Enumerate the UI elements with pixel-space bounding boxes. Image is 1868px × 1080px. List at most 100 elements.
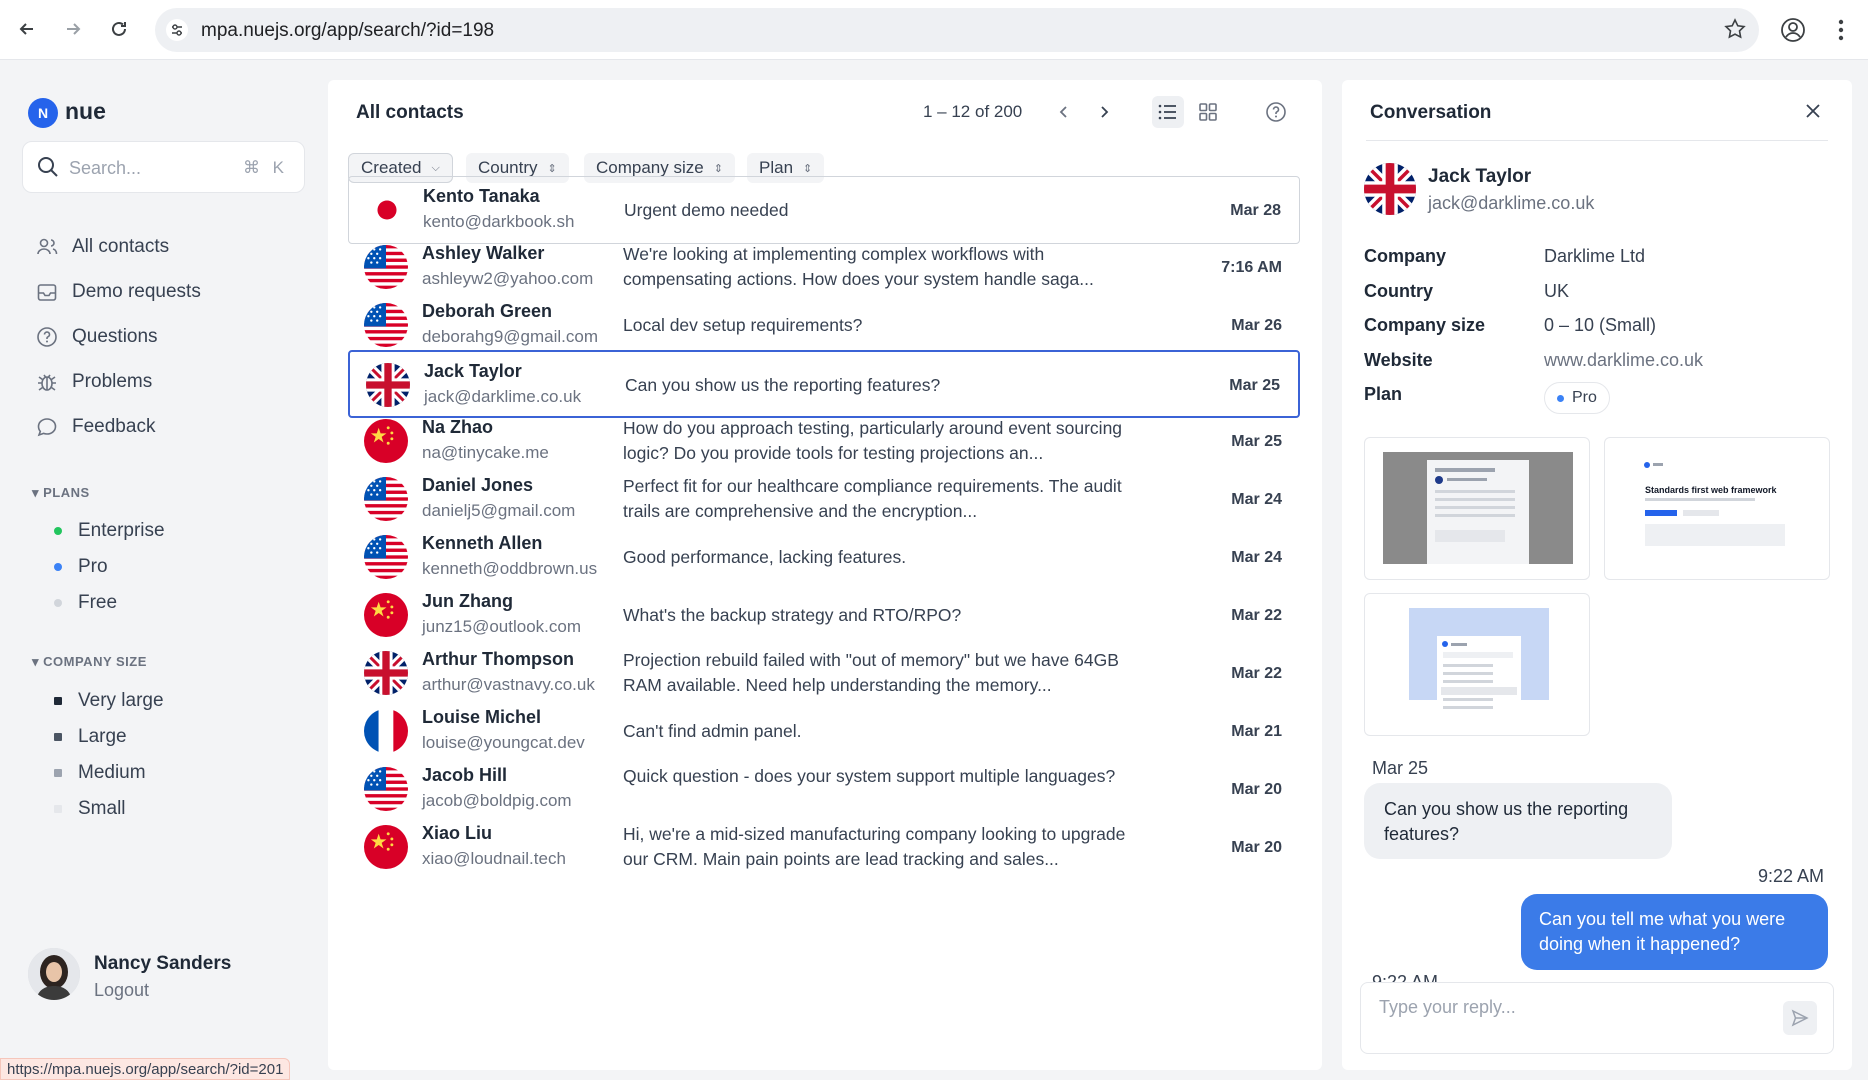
message-preview: Can't find admin panel. [623, 721, 802, 741]
size-square [54, 805, 62, 813]
plans-section-title[interactable]: ▾ PLANS [32, 485, 90, 501]
message-date: Mar 25 [1229, 377, 1280, 394]
plan-dot [54, 599, 62, 607]
size-label: Very large [78, 690, 164, 711]
avatar[interactable] [28, 948, 80, 1000]
plan-filter-free[interactable]: Free [54, 592, 117, 614]
contact-email[interactable]: jack@darklime.co.uk [1428, 193, 1594, 214]
message-date: Mar 28 [1230, 202, 1281, 219]
size-label: Medium [78, 762, 146, 783]
bookmark-star-icon[interactable] [1723, 17, 1747, 46]
next-page-icon[interactable] [1088, 96, 1120, 128]
size-filter-large[interactable]: Large [54, 726, 127, 748]
logout-link[interactable]: Logout [94, 980, 149, 1001]
size-square [54, 697, 62, 705]
contact-email: louise@youngcat.dev [422, 733, 585, 752]
website-link[interactable]: www.darklime.co.uk [1544, 350, 1703, 371]
message-preview: Can you show us the reporting features? [625, 375, 941, 395]
sidebar-item-label: All contacts [72, 236, 170, 257]
sidebar-item-label: Problems [72, 371, 153, 392]
address-bar[interactable]: mpa.nuejs.org/app/search/?id=198 [155, 8, 1759, 52]
uk-flag-icon [366, 363, 410, 407]
contact-name: Na Zhao [422, 417, 494, 437]
close-icon[interactable] [1804, 102, 1822, 125]
forward-icon[interactable] [58, 14, 88, 44]
contact-name: Jack Taylor [1428, 166, 1532, 187]
message-date: Mar 22 [1231, 607, 1282, 624]
company-label: Company [1364, 246, 1447, 266]
sidebar-item-problems[interactable]: Problems [36, 366, 152, 398]
message-time: 9:22 AM [1757, 866, 1824, 886]
us-flag-icon [364, 767, 408, 811]
attachment-thumbnail-2[interactable]: Standards first web framework [1604, 437, 1830, 580]
contact-name: Ashley Walker [422, 243, 545, 263]
page-title: All contacts [356, 102, 464, 123]
help-icon[interactable] [1260, 96, 1292, 128]
sidebar-item-questions[interactable]: Questions [36, 321, 158, 353]
sidebar-item-all-contacts[interactable]: All contacts [36, 231, 169, 263]
us-flag-icon [364, 245, 408, 289]
filter-label: Country [478, 158, 538, 177]
message-preview: Good performance, lacking features. [623, 547, 907, 567]
reply-input[interactable]: Type your reply... [1360, 982, 1834, 1054]
uk-flag-icon [364, 651, 408, 695]
table-row[interactable]: Xiao Liu xiao@loudnail.tech Hi, we're a mi… [348, 814, 1300, 882]
company-size-section-title[interactable]: ▾ COMPANY SIZE [32, 654, 147, 670]
logo-text[interactable]: nue [65, 98, 106, 125]
company-size-value: 0 – 10 (Small) [1544, 315, 1657, 335]
size-filter-very-large[interactable]: Very large [54, 690, 164, 712]
divider [1366, 140, 1828, 141]
contact-email: ashleyw2@yahoo.com [422, 269, 594, 288]
filter-label: Created [361, 158, 422, 177]
back-icon[interactable] [12, 14, 42, 44]
reload-icon[interactable] [104, 14, 134, 44]
message-date: Mar 20 [1231, 839, 1282, 856]
menu-dots-icon[interactable] [1826, 15, 1856, 45]
company-size-title-text: COMPANY SIZE [43, 654, 147, 669]
plans-title-text: PLANS [43, 485, 90, 500]
logo-icon[interactable]: N [28, 98, 58, 128]
plan-filter-enterprise[interactable]: Enterprise [54, 520, 165, 542]
plan-dot [54, 563, 62, 571]
message-date: Mar 25 [1231, 433, 1282, 450]
chevron-down-icon: ⌵ [431, 161, 440, 174]
size-filter-medium[interactable]: Medium [54, 762, 146, 784]
site-settings-icon[interactable] [165, 18, 189, 42]
grid-view-icon[interactable] [1192, 96, 1224, 128]
message-preview: Hi, we're a mid-sized manufacturing comp… [623, 824, 1126, 869]
china-flag-icon [364, 593, 408, 637]
search-input[interactable]: Search... ⌘ K [22, 141, 305, 193]
attachment-thumbnail-3[interactable] [1364, 593, 1590, 736]
message-preview: Urgent demo needed [624, 200, 789, 220]
message-preview: What's the backup strategy and RTO/RPO? [623, 605, 962, 625]
message-date: Mar 21 [1231, 723, 1282, 740]
country-value: UK [1544, 281, 1570, 301]
company-size-label: Company size [1364, 315, 1486, 335]
url-text: mpa.nuejs.org/app/search/?id=198 [201, 20, 495, 41]
size-filter-small[interactable]: Small [54, 798, 126, 820]
prev-page-icon[interactable] [1048, 96, 1080, 128]
conversation-panel: Conversation Jack Taylor jack@darklime.c… [1342, 80, 1852, 1070]
user-name: Nancy Sanders [94, 953, 232, 974]
size-label: Small [78, 798, 126, 819]
contact-email: kento@darkbook.sh [423, 212, 575, 231]
bug-icon [38, 374, 56, 391]
contact-email: na@tinycake.me [422, 443, 549, 462]
message-preview: Projection rebuild failed with "out of m… [623, 650, 1119, 695]
sort-icon: ⇕ [803, 162, 813, 175]
sidebar-item-demo-requests[interactable]: Demo requests [36, 276, 201, 308]
contact-email: kenneth@oddbrown.us [422, 559, 598, 578]
us-flag-icon [364, 303, 408, 347]
sidebar-item-feedback[interactable]: Feedback [36, 411, 155, 443]
contacts-panel: All contacts 1 – 12 of 200 Created ⌵ Coun… [328, 80, 1322, 1070]
profile-icon[interactable] [1778, 15, 1808, 45]
plan-filter-pro[interactable]: Pro [54, 556, 108, 578]
contact-email: arthur@vastnavy.co.uk [422, 675, 595, 694]
message-time-partial: 9:22 AM [1372, 972, 1439, 982]
plan-label: Free [78, 592, 118, 613]
search-icon [37, 156, 59, 183]
attachment-thumbnail-1[interactable] [1364, 437, 1590, 580]
send-icon[interactable] [1783, 1001, 1817, 1035]
plan-badge: Pro [1544, 382, 1610, 414]
list-view-icon[interactable] [1152, 96, 1184, 128]
